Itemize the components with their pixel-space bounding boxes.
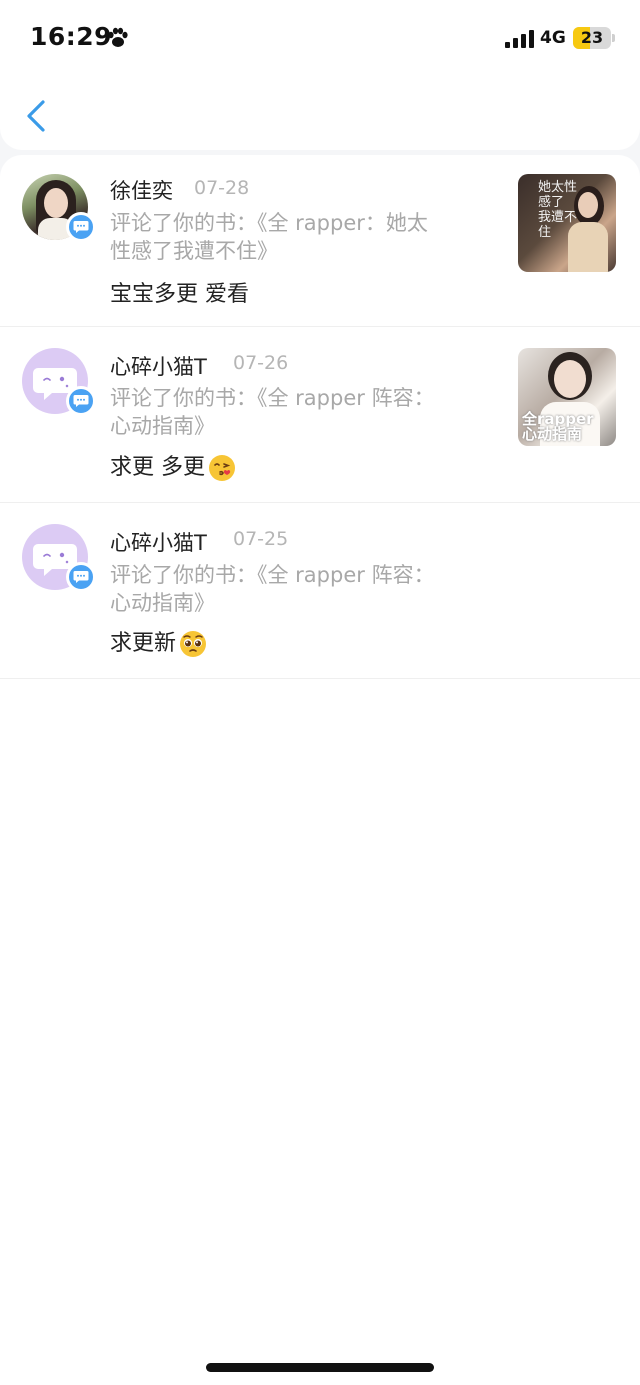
home-indicator[interactable]: [206, 1363, 434, 1372]
commenter-name[interactable]: 徐佳奕: [110, 175, 173, 205]
commenter-name[interactable]: 心碎小猫T: [110, 351, 207, 381]
comment-meta-line: 评论了你的书：《全 rapper 阵容：: [110, 386, 435, 410]
book-cover-thumbnail[interactable]: 她太性 感了 我遭不 住: [518, 174, 616, 272]
comment-meta-line: 评论了你的书：《全 rapper：她太: [110, 211, 428, 235]
comment-date: 07-26: [233, 352, 289, 374]
status-bar: 16:29 4G 23: [0, 0, 640, 78]
cellular-signal-icon: [505, 30, 534, 48]
comment-badge: [66, 212, 96, 242]
comment-meta-line: 心动指南》: [110, 414, 215, 438]
back-button[interactable]: [18, 94, 54, 138]
comment-meta: 评论了你的书：《全 rapper 阵容： 心动指南》: [110, 384, 480, 440]
battery-icon: 23: [573, 27, 611, 49]
comment-text: 求更新: [110, 625, 208, 659]
comment-badge: [66, 562, 96, 592]
comment-meta-line: 心动指南》: [110, 591, 215, 615]
paw-icon: [108, 27, 128, 47]
network-type: 4G: [540, 28, 566, 48]
battery-cap: [612, 34, 615, 42]
kissing-face-emoji-icon: [209, 455, 235, 481]
cover-figure-face: [578, 192, 598, 218]
comment-icon: [73, 395, 89, 407]
comment-date: 07-28: [194, 177, 250, 199]
comment-text-value: 求更新: [110, 631, 177, 656]
avatar-face: [44, 188, 68, 218]
book-cover-title: 全rapper 心动指南: [522, 410, 594, 443]
comment-badge: [66, 386, 96, 416]
chevron-left-icon: [27, 100, 45, 132]
comment-meta-line: 评论了你的书：《全 rapper 阵容：: [110, 563, 435, 587]
commenter-name[interactable]: 心碎小猫T: [110, 527, 207, 557]
comment-text-value: 求更 多更: [110, 455, 205, 480]
comment-text: 宝宝多更 爱看: [110, 282, 249, 307]
comment-meta-line: 性感了我遭不住》: [110, 239, 278, 263]
comment-icon: [73, 221, 89, 233]
comment-text: 求更 多更: [110, 449, 237, 483]
pleading-face-emoji-icon: [180, 631, 207, 657]
list-item[interactable]: 心碎小猫T 07-25 评论了你的书：《全 rapper 阵容： 心动指南》 求…: [0, 503, 640, 679]
status-time: 16:29: [30, 22, 113, 51]
comment-meta: 评论了你的书：《全 rapper 阵容： 心动指南》: [110, 561, 480, 617]
comment-date: 07-25: [233, 528, 289, 550]
top-bar: 16:29 4G 23: [0, 0, 640, 150]
book-cover-thumbnail[interactable]: 全rapper 心动指南: [518, 348, 616, 446]
cover-figure-face: [554, 360, 586, 398]
comment-list: 徐佳奕 07-28 评论了你的书：《全 rapper：她太 性感了我遭不住》 宝…: [0, 155, 640, 1385]
list-item[interactable]: 徐佳奕 07-28 评论了你的书：《全 rapper：她太 性感了我遭不住》 宝…: [0, 155, 640, 327]
cover-figure-body: [568, 222, 608, 272]
comment-icon: [73, 571, 89, 583]
list-item[interactable]: 心碎小猫T 07-26 评论了你的书：《全 rapper 阵容： 心动指南》 求…: [0, 327, 640, 503]
comment-meta: 评论了你的书：《全 rapper：她太 性感了我遭不住》: [110, 209, 480, 265]
battery-level: 23: [580, 28, 604, 47]
